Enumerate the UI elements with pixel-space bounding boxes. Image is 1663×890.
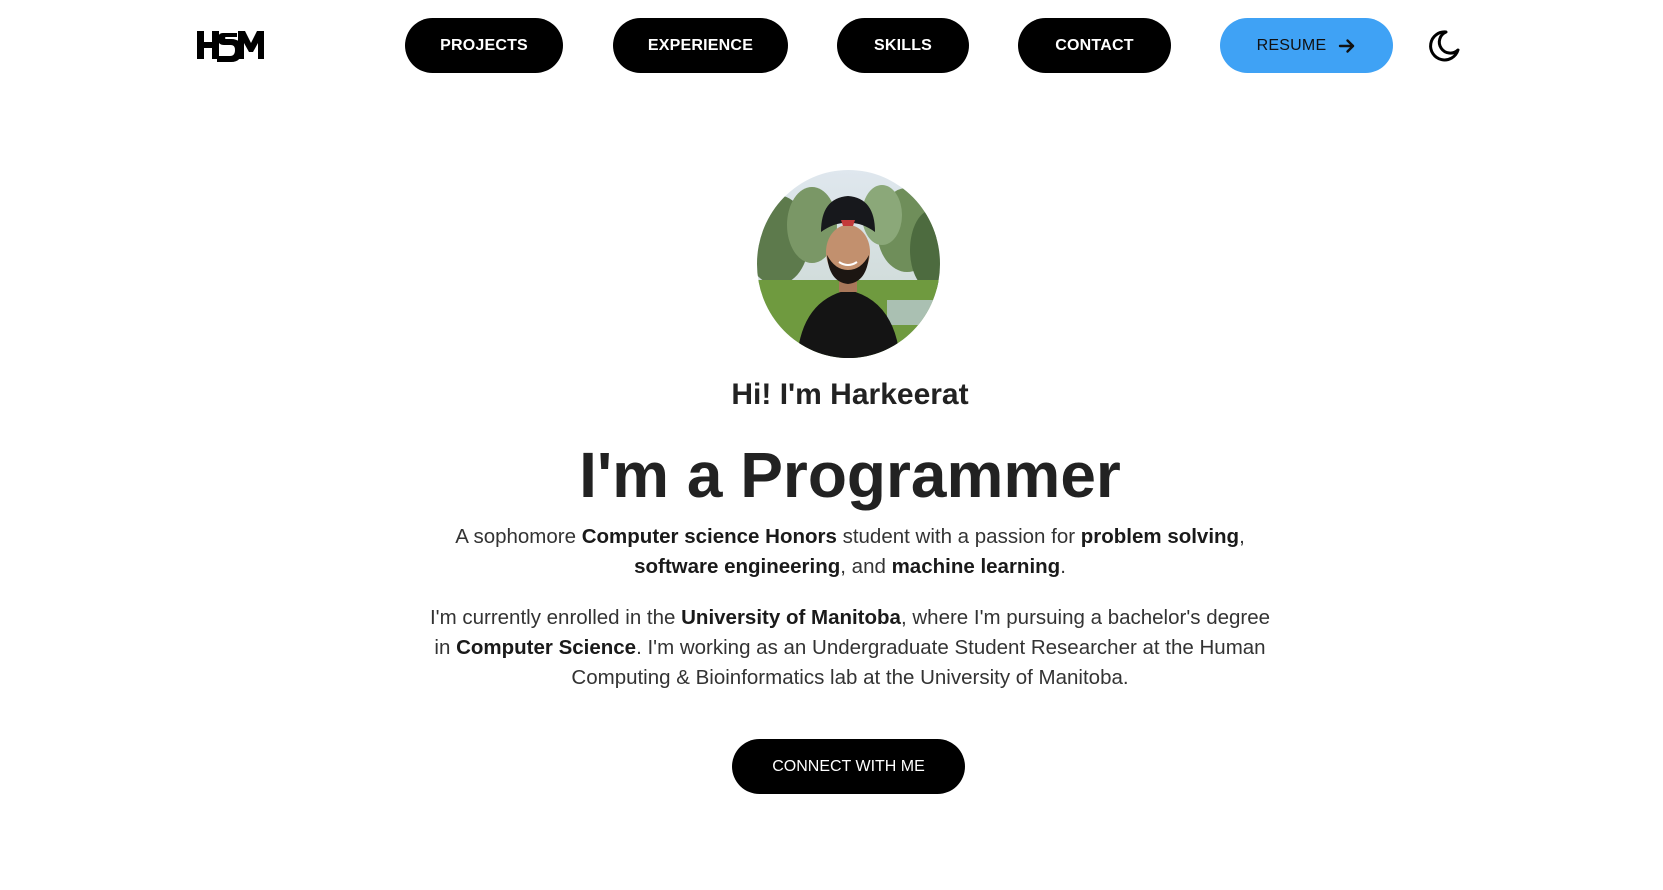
bio-text: . I'm working as an Undergraduate Studen…	[636, 636, 1266, 659]
resume-label: RESUME	[1256, 36, 1327, 54]
nav-projects-button[interactable]: PROJECTS	[405, 18, 563, 73]
intro-highlight: machine learning	[891, 555, 1061, 578]
bio-highlight: University of Manitoba	[681, 606, 901, 629]
bio-text: in	[434, 636, 457, 659]
bio-line-1: I'm currently enrolled in the University…	[0, 603, 1663, 633]
intro-highlight: Computer science Honors	[581, 525, 837, 548]
nav-skills-button[interactable]: SKILLS	[837, 18, 969, 73]
intro-text: student with a passion for	[836, 525, 1081, 548]
intro-text: , and	[840, 555, 892, 578]
bio-line-3: Computing & Bioinformatics lab at the Un…	[0, 663, 1663, 693]
bio-highlight: Computer Science	[456, 636, 637, 659]
bio-text: , where I'm pursuing a bachelor's degree	[900, 606, 1271, 629]
hsm-logo[interactable]	[197, 27, 265, 65]
intro-line-1: A sophomore Computer science Honors stud…	[0, 522, 1663, 552]
bio-text: Computing & Bioinformatics lab at the Un…	[571, 666, 1129, 689]
bio-line-2: in Computer Science. I'm working as an U…	[0, 633, 1663, 663]
profile-photo	[757, 170, 940, 358]
bio-paragraph: I'm currently enrolled in the University…	[0, 603, 1663, 693]
moon-icon[interactable]	[1426, 28, 1462, 64]
intro-paragraph: A sophomore Computer science Honors stud…	[0, 522, 1663, 582]
nav-contact-button[interactable]: CONTACT	[1018, 18, 1171, 73]
intro-text: A sophomore	[455, 525, 582, 548]
portfolio-page: PROJECTS EXPERIENCE SKILLS CONTACT RESUM…	[0, 0, 1663, 890]
nav-experience-button[interactable]: EXPERIENCE	[613, 18, 788, 73]
intro-text: ,	[1239, 525, 1245, 548]
arrow-right-icon	[1339, 38, 1355, 53]
headline: I'm a Programmer	[579, 439, 1121, 511]
intro-line-2: software engineering, and machine learni…	[0, 552, 1663, 582]
bio-text: I'm currently enrolled in the	[429, 606, 682, 629]
intro-text: .	[1060, 555, 1066, 578]
intro-highlight: problem solving	[1080, 525, 1240, 548]
resume-button[interactable]: RESUME	[1220, 18, 1393, 73]
greeting-text: Hi! I'm Harkeerat	[731, 378, 969, 411]
intro-highlight: software engineering	[634, 555, 841, 578]
connect-with-me-button[interactable]: CONNECT WITH ME	[732, 739, 965, 794]
